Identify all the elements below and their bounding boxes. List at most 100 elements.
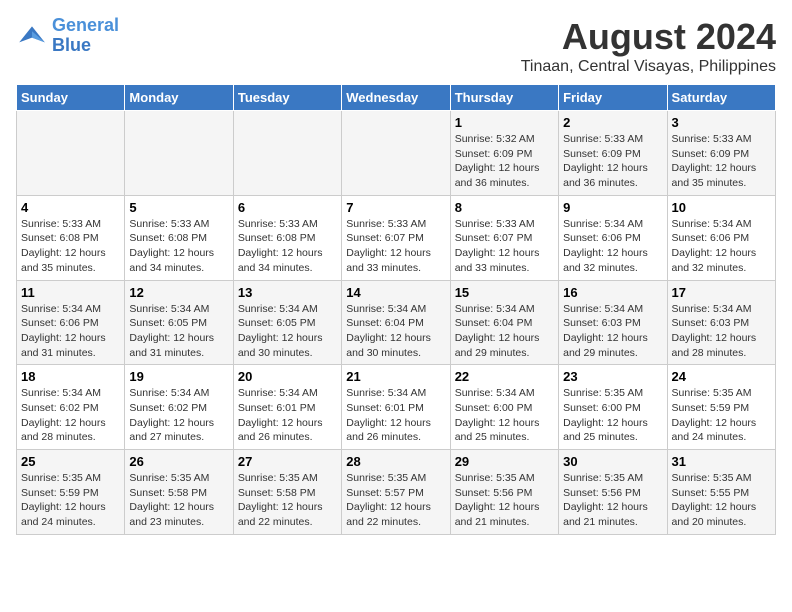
daylight-text: Daylight: 12 hours and 25 minutes. xyxy=(563,417,648,444)
calendar-cell xyxy=(342,111,450,196)
daylight-text: Daylight: 12 hours and 32 minutes. xyxy=(563,247,648,274)
calendar-cell: 23 Sunrise: 5:35 AMSunset: 6:00 PMDayligh… xyxy=(559,365,667,450)
col-wednesday: Wednesday xyxy=(342,85,450,111)
calendar-body: 1Sunrise: 5:32 AMSunset: 6:09 PMDaylight… xyxy=(17,111,776,535)
day-number: 6 xyxy=(238,200,337,215)
day-number: 23 xyxy=(563,369,662,384)
calendar-week-row: 11Sunrise: 5:34 AMSunset: 6:06 PMDayligh… xyxy=(17,280,776,365)
sunset-text: Sunset: 5:55 PM xyxy=(672,487,750,499)
calendar-cell: 10 Sunrise: 5:34 AMSunset: 6:06 PMDayligh… xyxy=(667,195,775,280)
daylight-text: Daylight: 12 hours and 21 minutes. xyxy=(563,501,648,528)
daylight-text: Daylight: 12 hours and 36 minutes. xyxy=(455,162,540,189)
calendar-cell: 14Sunrise: 5:34 AMSunset: 6:04 PMDayligh… xyxy=(342,280,450,365)
day-number: 14 xyxy=(346,285,445,300)
day-number: 13 xyxy=(238,285,337,300)
calendar-cell: 20Sunrise: 5:34 AMSunset: 6:01 PMDayligh… xyxy=(233,365,341,450)
logo-icon xyxy=(16,20,48,52)
sunset-text: Sunset: 5:56 PM xyxy=(455,487,533,499)
sunrise-text: Sunrise: 5:34 AM xyxy=(21,387,101,399)
sunset-text: Sunset: 5:58 PM xyxy=(129,487,207,499)
sunset-text: Sunset: 6:04 PM xyxy=(455,317,533,329)
sunrise-text: Sunrise: 5:33 AM xyxy=(129,218,209,230)
day-number: 26 xyxy=(129,454,228,469)
day-detail: Sunrise: 5:33 AMSunset: 6:08 PMDaylight:… xyxy=(238,217,337,276)
calendar-cell: 17Sunrise: 5:34 AMSunset: 6:03 PMDayligh… xyxy=(667,280,775,365)
day-detail: Sunrise: 5:33 AMSunset: 6:07 PMDaylight:… xyxy=(346,217,445,276)
logo-line2: Blue xyxy=(52,35,91,55)
sunrise-text: Sunrise: 5:34 AM xyxy=(238,387,318,399)
day-number: 9 xyxy=(563,200,662,215)
logo-text: General Blue xyxy=(52,16,119,56)
calendar-cell: 11Sunrise: 5:34 AMSunset: 6:06 PMDayligh… xyxy=(17,280,125,365)
sunset-text: Sunset: 5:56 PM xyxy=(563,487,641,499)
day-number: 25 xyxy=(21,454,120,469)
day-detail: Sunrise: 5:33 AMSunset: 6:09 PMDaylight:… xyxy=(563,132,662,191)
calendar-cell: 7Sunrise: 5:33 AMSunset: 6:07 PMDaylight… xyxy=(342,195,450,280)
sunset-text: Sunset: 6:09 PM xyxy=(563,148,641,160)
day-detail: Sunrise: 5:35 AMSunset: 5:56 PMDaylight:… xyxy=(455,471,554,530)
sunrise-text: Sunrise: 5:34 AM xyxy=(563,218,643,230)
daylight-text: Daylight: 12 hours and 31 minutes. xyxy=(129,332,214,359)
day-detail: Sunrise: 5:35 AMSunset: 5:57 PMDaylight:… xyxy=(346,471,445,530)
day-detail: Sunrise: 5:35 AM Sunset: 5:59 PM Daylight:… xyxy=(672,386,771,445)
day-detail: Sunrise: 5:34 AMSunset: 6:03 PMDaylight:… xyxy=(563,302,662,361)
sunset-text: Sunset: 6:02 PM xyxy=(21,402,99,414)
daylight-text: Daylight: 12 hours and 31 minutes. xyxy=(21,332,106,359)
calendar-cell: 25 Sunrise: 5:35 AMSunset: 5:59 PMDayligh… xyxy=(17,450,125,535)
daylight-text: Daylight: 12 hours and 22 minutes. xyxy=(238,501,323,528)
calendar-cell: 22Sunrise: 5:34 AMSunset: 6:00 PMDayligh… xyxy=(450,365,558,450)
col-monday: Monday xyxy=(125,85,233,111)
day-number: 12 xyxy=(129,285,228,300)
day-number: 15 xyxy=(455,285,554,300)
subtitle: Tinaan, Central Visayas, Philippines xyxy=(521,58,776,76)
day-detail: Sunrise: 5:34 AMSunset: 6:01 PMDaylight:… xyxy=(346,386,445,445)
day-detail: Sunrise: 5:33 AMSunset: 6:09 PMDaylight:… xyxy=(672,132,771,191)
calendar-cell: 2Sunrise: 5:33 AMSunset: 6:09 PMDaylight… xyxy=(559,111,667,196)
sunrise-text: Sunrise: 5:33 AM xyxy=(455,218,535,230)
daylight-text: Daylight: 12 hours and 20 minutes. xyxy=(672,501,757,528)
calendar-cell: 31Sunrise: 5:35 AMSunset: 5:55 PMDayligh… xyxy=(667,450,775,535)
sunrise-text: Sunrise: 5:34 AM xyxy=(238,303,318,315)
daylight-text: Daylight: 12 hours and 35 minutes. xyxy=(672,162,757,189)
sunrise-text: Sunrise: 5:34 AM xyxy=(455,303,535,315)
day-detail: Sunrise: 5:35 AMSunset: 5:59 PMDaylight:… xyxy=(21,471,120,530)
day-number: 21 xyxy=(346,369,445,384)
col-saturday: Saturday xyxy=(667,85,775,111)
calendar-cell: 27Sunrise: 5:35 AMSunset: 5:58 PMDayligh… xyxy=(233,450,341,535)
daylight-text: Daylight: 12 hours and 21 minutes. xyxy=(455,501,540,528)
calendar-cell: 13Sunrise: 5:34 AMSunset: 6:05 PMDayligh… xyxy=(233,280,341,365)
calendar-cell: 30Sunrise: 5:35 AMSunset: 5:56 PMDayligh… xyxy=(559,450,667,535)
daylight-text: Daylight: 12 hours and 30 minutes. xyxy=(346,332,431,359)
sunrise-text: Sunrise: 5:33 AM xyxy=(21,218,101,230)
sunrise-text: Sunrise: 5:35 AM xyxy=(672,387,752,399)
daylight-text: Daylight: 12 hours and 29 minutes. xyxy=(455,332,540,359)
col-tuesday: Tuesday xyxy=(233,85,341,111)
sunset-text: Sunset: 6:06 PM xyxy=(563,232,641,244)
day-detail: Sunrise: 5:34 AMSunset: 6:06 PMDaylight:… xyxy=(21,302,120,361)
daylight-text: Daylight: 12 hours and 29 minutes. xyxy=(563,332,648,359)
sunset-text: Sunset: 5:59 PM xyxy=(21,487,99,499)
day-detail: Sunrise: 5:33 AMSunset: 6:08 PMDaylight:… xyxy=(21,217,120,276)
sunset-text: Sunset: 6:05 PM xyxy=(238,317,316,329)
sunset-text: Sunset: 6:08 PM xyxy=(21,232,99,244)
calendar-cell: 18Sunrise: 5:34 AMSunset: 6:02 PMDayligh… xyxy=(17,365,125,450)
day-detail: Sunrise: 5:33 AMSunset: 6:07 PMDaylight:… xyxy=(455,217,554,276)
sunset-text: Sunset: 5:59 PM xyxy=(672,402,750,414)
day-number: 3 xyxy=(672,115,771,130)
day-number: 5 xyxy=(129,200,228,215)
sunset-text: Sunset: 6:05 PM xyxy=(129,317,207,329)
day-number: 10 xyxy=(672,200,771,215)
daylight-text: Daylight: 12 hours and 24 minutes. xyxy=(672,417,757,444)
calendar-cell: 26Sunrise: 5:35 AMSunset: 5:58 PMDayligh… xyxy=(125,450,233,535)
day-number: 22 xyxy=(455,369,554,384)
calendar-table: Sunday Monday Tuesday Wednesday Thursday… xyxy=(16,84,776,535)
sunset-text: Sunset: 6:09 PM xyxy=(672,148,750,160)
day-detail: Sunrise: 5:34 AMSunset: 6:06 PMDaylight:… xyxy=(672,217,771,276)
day-detail: Sunrise: 5:35 AMSunset: 6:00 PMDaylight:… xyxy=(563,386,662,445)
daylight-text: Daylight: 12 hours and 34 minutes. xyxy=(238,247,323,274)
calendar-cell: 24Sunrise: 5:35 AMSunset: 5:59 PMDayligh… xyxy=(667,365,775,450)
day-number: 19 xyxy=(129,369,228,384)
daylight-text: Daylight: 12 hours and 33 minutes. xyxy=(346,247,431,274)
sunrise-text: Sunrise: 5:34 AM xyxy=(672,303,752,315)
calendar-cell: 8Sunrise: 5:33 AMSunset: 6:07 PMDaylight… xyxy=(450,195,558,280)
